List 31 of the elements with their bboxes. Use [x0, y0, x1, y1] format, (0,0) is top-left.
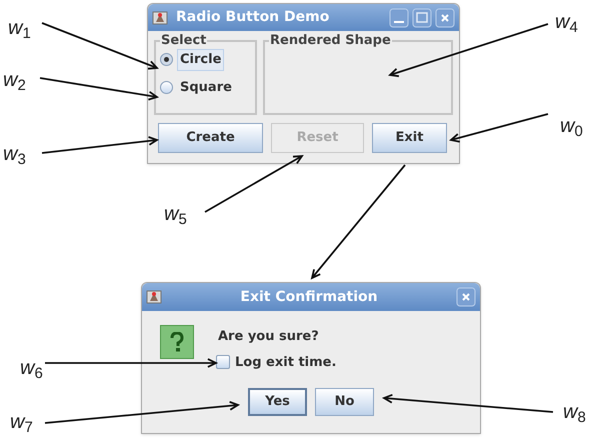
- app-icon: [146, 289, 162, 305]
- push-button[interactable]: No: [315, 388, 374, 416]
- close-icon[interactable]: [435, 8, 455, 28]
- window-title: Radio Button Demo: [176, 8, 330, 27]
- push-button[interactable]: Exit: [372, 123, 447, 153]
- minimize-icon[interactable]: [389, 8, 409, 28]
- push-button[interactable]: Yes: [248, 388, 307, 416]
- window-title: Exit Confirmation: [239, 288, 379, 306]
- group-label: Select: [160, 34, 208, 47]
- annotation-label: w$_{4}$: [555, 12, 578, 32]
- annotation-label: w$_{7}$: [10, 412, 33, 432]
- group-label: Rendered Shape: [269, 34, 392, 47]
- annotation-label: w$_{1}$: [8, 18, 31, 38]
- checkbox-label[interactable]: Log exit time.: [235, 352, 336, 372]
- push-button[interactable]: Create: [158, 123, 263, 153]
- annotation-label: w$_{5}$: [164, 204, 187, 224]
- radio-button[interactable]: [160, 53, 173, 66]
- radio-button[interactable]: [160, 80, 173, 94]
- annotation-label: w$_{0}$: [560, 116, 583, 136]
- annotation-label: w$_{8}$: [563, 402, 586, 422]
- checkbox[interactable]: [216, 355, 230, 370]
- radio-label[interactable]: Square: [177, 76, 235, 98]
- maximize-icon[interactable]: [412, 8, 432, 28]
- question-icon: [160, 325, 194, 359]
- annotation-label: w$_{3}$: [3, 144, 26, 164]
- close-icon[interactable]: [456, 287, 476, 307]
- app-icon: [152, 10, 168, 26]
- annotation-label: w$_{6}$: [20, 358, 43, 378]
- message-text: Are you sure?: [218, 328, 320, 346]
- annotation-label: w$_{2}$: [3, 70, 26, 90]
- radio-label[interactable]: Circle: [177, 49, 224, 70]
